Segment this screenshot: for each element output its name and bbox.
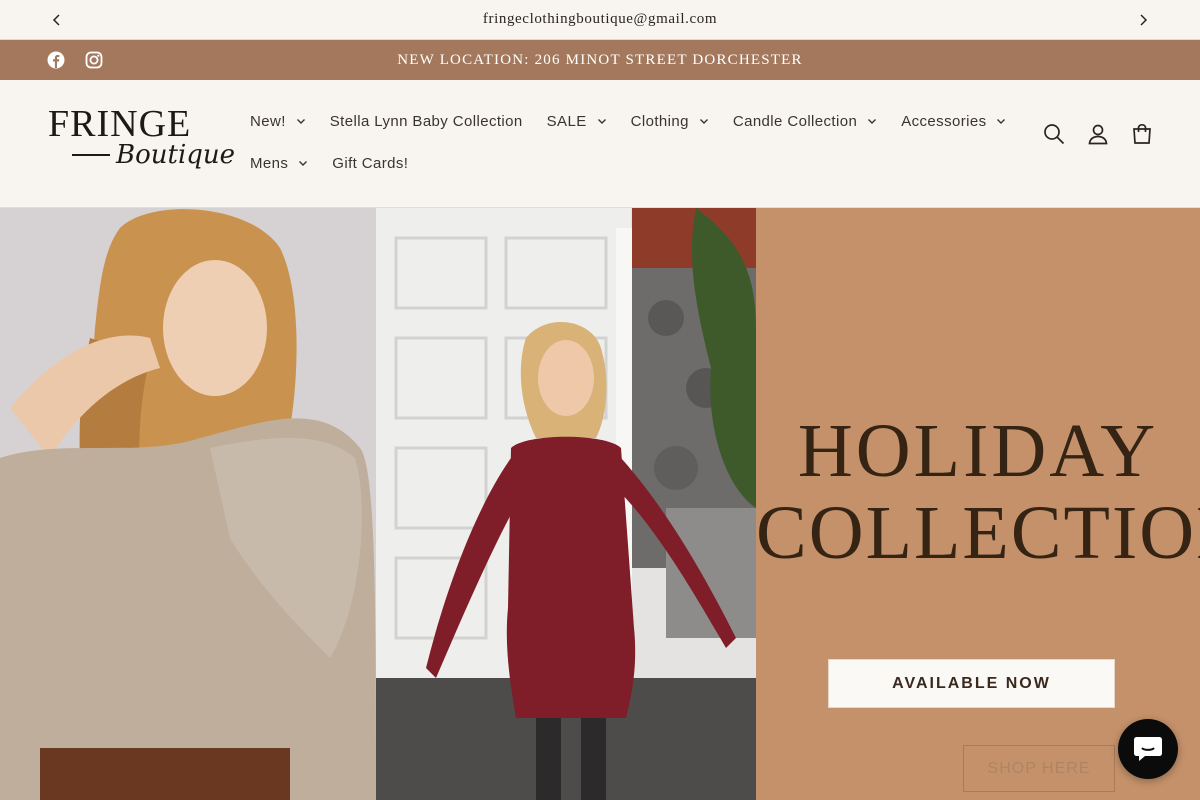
location-bar: NEW LOCATION: 206 MINOT STREET DORCHESTE…: [0, 40, 1200, 80]
hero-banner: HOLIDAY COLLECTION AVAILABLE NOW SHOP HE…: [0, 208, 1200, 800]
main-nav-row-2: Mens Gift Cards!: [238, 143, 420, 183]
brand-logo[interactable]: FRINGE Boutique: [48, 103, 235, 184]
logo-wordmark: FRINGE: [48, 103, 192, 145]
logo-rule: [72, 154, 110, 156]
chevron-down-icon: [296, 116, 306, 126]
nav-label: Mens: [250, 154, 289, 172]
nav-label: Stella Lynn Baby Collection: [329, 112, 523, 130]
hero-promo-panel: HOLIDAY COLLECTION AVAILABLE NOW SHOP HE…: [756, 208, 1200, 800]
announcement-next-button[interactable]: [1128, 0, 1158, 40]
nav-item-stella-lynn[interactable]: Stella Lynn Baby Collection: [318, 101, 535, 141]
hero-image-model-sweater[interactable]: [0, 208, 376, 800]
nav-label: SALE: [546, 112, 587, 130]
chevron-right-icon: [1140, 14, 1148, 26]
chevron-down-icon: [298, 158, 308, 168]
instagram-icon[interactable]: [84, 50, 104, 70]
facebook-icon[interactable]: [46, 50, 66, 70]
nav-item-candle-collection[interactable]: Candle Collection: [721, 101, 889, 141]
nav-label: Clothing: [630, 112, 689, 130]
social-links: [46, 40, 104, 80]
account-icon[interactable]: [1086, 122, 1110, 146]
hero-title-line-1: HOLIDAY: [797, 409, 1159, 493]
nav-label: Accessories: [901, 112, 987, 130]
chat-launcher-button[interactable]: [1118, 719, 1178, 779]
hero-image-model-dress[interactable]: [376, 208, 756, 800]
nav-item-new[interactable]: New!: [238, 101, 318, 141]
chevron-down-icon: [699, 116, 709, 126]
logo-subline: Boutique: [48, 140, 235, 180]
available-now-badge: AVAILABLE NOW: [828, 659, 1115, 708]
chevron-left-icon: [52, 14, 60, 26]
shop-here-button[interactable]: SHOP HERE: [963, 745, 1115, 792]
site-header: FRINGE Boutique: [0, 80, 1200, 208]
announcement-bar: fringeclothingboutique@gmail.com: [0, 0, 1200, 40]
chevron-down-icon: [867, 116, 877, 126]
announcement-email[interactable]: fringeclothingboutique@gmail.com: [483, 11, 717, 28]
nav-item-sale[interactable]: SALE: [535, 101, 619, 141]
announcement-prev-button[interactable]: [42, 0, 72, 40]
cart-icon[interactable]: [1130, 122, 1154, 146]
nav-item-clothing[interactable]: Clothing: [619, 101, 721, 141]
main-nav-row-1: New! Stella Lynn Baby Collection SALE Cl…: [238, 101, 1018, 141]
nav-label: Candle Collection: [732, 112, 858, 130]
chat-icon: [1134, 737, 1162, 761]
location-text: NEW LOCATION: 206 MINOT STREET DORCHESTE…: [397, 51, 803, 68]
search-icon[interactable]: [1042, 122, 1066, 146]
header-icons: [1042, 122, 1154, 146]
nav-label: New!: [250, 112, 286, 130]
hero-title-line-2: COLLECTION: [756, 491, 1200, 575]
hero-photo-2: [376, 208, 756, 800]
nav-item-gift-cards[interactable]: Gift Cards!: [320, 143, 420, 183]
nav-item-accessories[interactable]: Accessories: [889, 101, 1018, 141]
nav-item-mens[interactable]: Mens: [238, 143, 320, 183]
chevron-down-icon: [597, 116, 607, 126]
nav-label: Gift Cards!: [332, 154, 409, 172]
hero-photo-1: [0, 208, 376, 800]
logo-script: Boutique: [116, 140, 236, 170]
chevron-down-icon: [996, 116, 1006, 126]
